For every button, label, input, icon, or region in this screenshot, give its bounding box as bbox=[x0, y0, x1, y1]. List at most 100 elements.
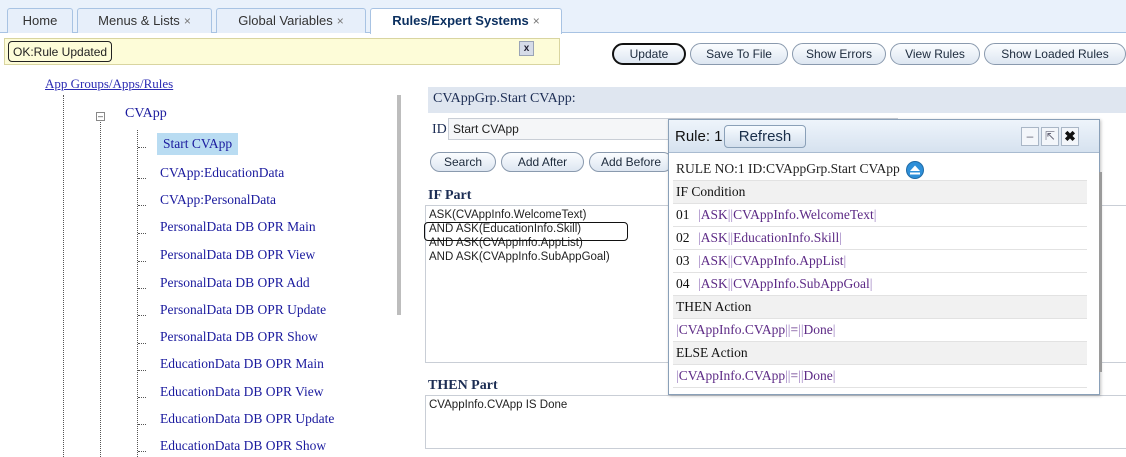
tree-item[interactable]: EducationData DB OPR View bbox=[160, 384, 324, 400]
tree-item[interactable]: PersonalData DB OPR Show bbox=[160, 329, 318, 345]
if-part-heading: IF Part bbox=[428, 188, 472, 203]
tree-branch bbox=[138, 233, 146, 234]
else-action-row: |CVAppInfo.CVApp||=||Done| bbox=[673, 365, 1087, 388]
tab-menus-lists[interactable]: Menus & Lists × bbox=[77, 8, 212, 33]
condition-number: 01 bbox=[676, 207, 690, 222]
rule-details: RULE NO:1 ID:CVAppGrp.Start CVApp IF Con… bbox=[673, 158, 1087, 390]
condition-arg: CVAppInfo.AppList bbox=[733, 253, 844, 268]
tab-bar: Home Menus & Lists × Global Variables × Ru… bbox=[0, 0, 1126, 34]
id-label: ID bbox=[432, 122, 447, 137]
tree-branch bbox=[138, 147, 146, 148]
condition-op: ASK bbox=[700, 253, 728, 268]
tree-branch bbox=[138, 451, 146, 452]
tree-item[interactable]: EducationData DB OPR Main bbox=[160, 356, 324, 372]
panel-splitter[interactable] bbox=[397, 95, 401, 315]
collapse-icon[interactable]: – bbox=[96, 112, 105, 121]
condition-number: 03 bbox=[676, 253, 690, 268]
tree-guide-line bbox=[100, 122, 101, 457]
condition-op: ASK bbox=[700, 207, 728, 222]
tab-label: Global Variables bbox=[238, 13, 333, 28]
tree-root-link[interactable]: App Groups/Apps/Rules bbox=[45, 76, 173, 92]
refresh-button[interactable]: Refresh bbox=[724, 125, 806, 148]
status-bar: OK:Rule Updated x bbox=[4, 38, 560, 65]
tree-branch bbox=[138, 343, 146, 344]
close-icon[interactable]: × bbox=[184, 14, 191, 28]
add-before-button[interactable]: Add Before bbox=[589, 152, 673, 172]
tree-branch bbox=[138, 315, 146, 316]
view-rules-button[interactable]: View Rules bbox=[890, 43, 980, 65]
rule-title: CVAppGrp.Start CVApp: bbox=[428, 87, 1126, 113]
action-op: = bbox=[790, 368, 799, 383]
tree-item[interactable]: PersonalData DB OPR View bbox=[160, 247, 315, 263]
rule-line: RULE NO:1 ID:CVAppGrp.Start CVApp bbox=[673, 158, 1087, 181]
condition-number: 04 bbox=[676, 276, 690, 291]
tree-item[interactable]: EducationData DB OPR Update bbox=[160, 411, 334, 427]
close-icon[interactable]: ✖ bbox=[1061, 127, 1079, 146]
minimize-icon[interactable]: – bbox=[1021, 127, 1039, 146]
tree-branch bbox=[138, 370, 146, 371]
tree-guide-line bbox=[137, 130, 138, 457]
search-button[interactable]: Search bbox=[430, 152, 496, 172]
condition-row: 04 |ASK||CVAppInfo.SubAppGoal| bbox=[673, 273, 1087, 296]
selection-highlight bbox=[424, 222, 628, 241]
tree-item[interactable]: CVApp:EducationData bbox=[160, 165, 284, 181]
if-line: ASK(CVAppInfo.WelcomeText) bbox=[429, 209, 587, 221]
rule-id-text: RULE NO:1 ID:CVAppGrp.Start CVApp bbox=[676, 161, 900, 176]
popup-header[interactable]: Rule: 1 Refresh – ⇱ ✖ bbox=[669, 120, 1099, 153]
else-action-header: ELSE Action bbox=[673, 342, 1087, 365]
tree-item[interactable]: PersonalData DB OPR Main bbox=[160, 219, 316, 235]
show-loaded-rules-button[interactable]: Show Loaded Rules bbox=[984, 43, 1126, 65]
action-op: = bbox=[790, 322, 799, 337]
then-part-editor[interactable]: CVAppInfo.CVApp IS Done bbox=[425, 395, 1126, 449]
tab-global-variables[interactable]: Global Variables × bbox=[216, 8, 366, 33]
eject-icon[interactable] bbox=[905, 160, 925, 179]
tree-branch bbox=[138, 178, 146, 179]
tree-branch bbox=[138, 205, 146, 206]
action-var: CVAppInfo.CVApp bbox=[678, 322, 786, 337]
then-line: CVAppInfo.CVApp IS Done bbox=[429, 399, 568, 411]
condition-row: 02 |ASK||EducationInfo.Skill| bbox=[673, 227, 1087, 250]
close-icon[interactable]: × bbox=[533, 14, 540, 28]
popout-icon[interactable]: ⇱ bbox=[1041, 127, 1059, 146]
tab-label: Menus & Lists bbox=[98, 13, 180, 28]
action-val: Done bbox=[803, 322, 833, 337]
condition-arg: CVAppInfo.WelcomeText bbox=[733, 207, 874, 222]
tree-branch bbox=[138, 424, 146, 425]
condition-number: 02 bbox=[676, 230, 690, 245]
then-action-row: |CVAppInfo.CVApp||=||Done| bbox=[673, 319, 1087, 342]
then-action-header: THEN Action bbox=[673, 296, 1087, 319]
action-var: CVAppInfo.CVApp bbox=[678, 368, 786, 383]
tree-group-cvapp[interactable]: CVApp bbox=[125, 106, 167, 122]
tab-home[interactable]: Home bbox=[7, 8, 73, 33]
close-icon[interactable]: × bbox=[337, 14, 344, 28]
add-after-button[interactable]: Add After bbox=[501, 152, 584, 172]
if-condition-header: IF Condition bbox=[673, 181, 1087, 204]
then-part-heading: THEN Part bbox=[428, 378, 498, 393]
tree-item[interactable]: EducationData DB OPR Show bbox=[160, 438, 326, 454]
tree-item-start-cvapp[interactable]: Start CVApp bbox=[157, 133, 239, 155]
condition-op: ASK bbox=[700, 230, 728, 245]
tree-branch bbox=[138, 288, 146, 289]
update-button[interactable]: Update bbox=[612, 43, 686, 65]
popup-scrollbar[interactable] bbox=[1099, 172, 1102, 372]
status-message: OK:Rule Updated bbox=[8, 41, 113, 62]
condition-row: 03 |ASK||CVAppInfo.AppList| bbox=[673, 250, 1087, 273]
tab-label: Home bbox=[22, 13, 58, 28]
tree-item[interactable]: PersonalData DB OPR Add bbox=[160, 275, 310, 291]
tree-branch bbox=[138, 397, 146, 398]
condition-row: 01 |ASK||CVAppInfo.WelcomeText| bbox=[673, 204, 1087, 227]
tab-rules-expert-systems[interactable]: Rules/Expert Systems × bbox=[370, 8, 562, 34]
condition-arg: EducationInfo.Skill bbox=[733, 230, 840, 245]
close-icon[interactable]: x bbox=[519, 41, 534, 56]
action-val: Done bbox=[803, 368, 833, 383]
tree-item[interactable]: CVApp:PersonalData bbox=[160, 192, 276, 208]
tree-branch bbox=[138, 261, 146, 262]
tab-label: Rules/Expert Systems bbox=[392, 13, 529, 28]
show-errors-button[interactable]: Show Errors bbox=[792, 43, 886, 65]
if-line: AND ASK(CVAppInfo.SubAppGoal) bbox=[429, 251, 610, 263]
popup-title: Rule: 1 bbox=[675, 128, 723, 145]
rule-view-popup: Rule: 1 Refresh – ⇱ ✖ RULE NO:1 ID:CVApp… bbox=[668, 119, 1102, 395]
condition-arg: CVAppInfo.SubAppGoal bbox=[733, 276, 870, 291]
save-to-file-button[interactable]: Save To File bbox=[690, 43, 788, 65]
tree-item[interactable]: PersonalData DB OPR Update bbox=[160, 302, 326, 318]
